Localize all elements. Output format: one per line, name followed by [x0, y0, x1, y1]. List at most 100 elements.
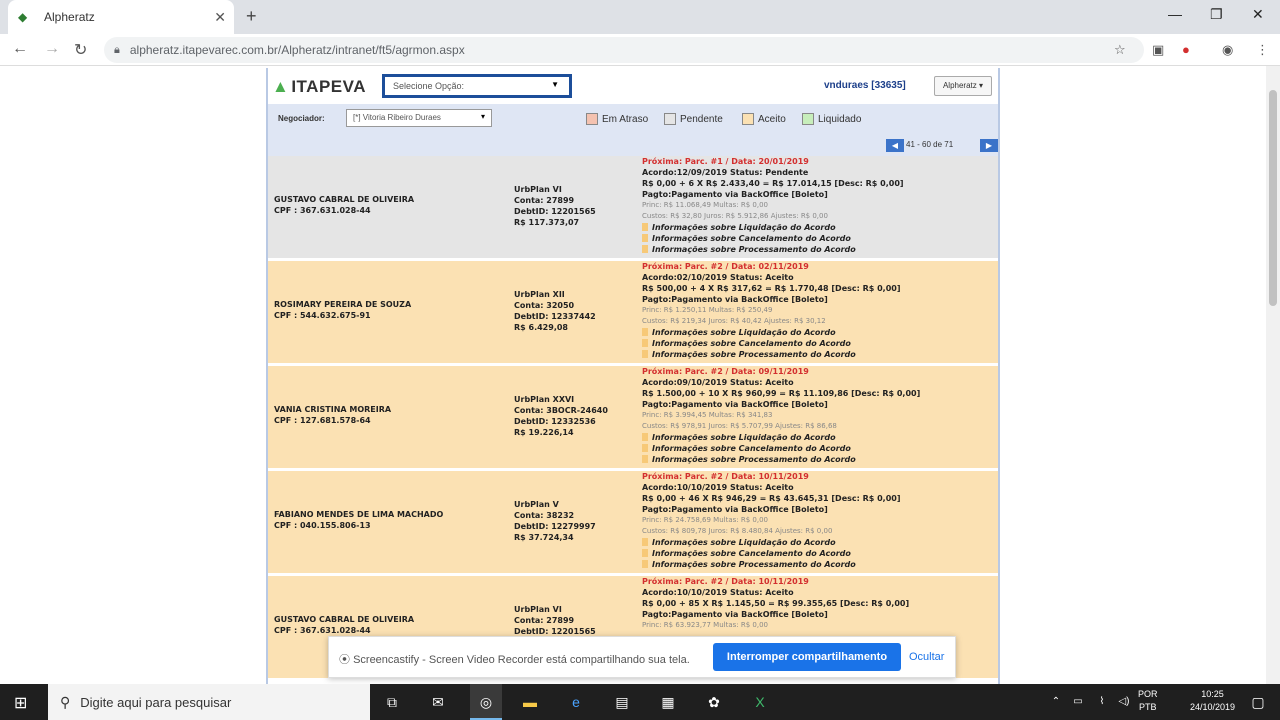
- file-explorer-icon[interactable]: ▬: [518, 692, 542, 712]
- principal-info: Princ: R$ 3.994,45 Multas: R$ 341,83: [642, 411, 773, 419]
- principal-info: Princ: R$ 1.250,11 Multas: R$ 250,49: [642, 306, 773, 314]
- new-tab-icon[interactable]: +: [246, 6, 257, 27]
- negotiator-select[interactable]: [*] Vitoria Ribeiro Duraes ▾: [346, 109, 492, 127]
- debt-cell: UrbPlan XXVI Conta: 3BOCR-24640 DebtID: …: [514, 394, 608, 438]
- network-icon[interactable]: ⌇: [1090, 692, 1114, 712]
- processing-info-link[interactable]: Informações sobre Processamento do Acord…: [642, 244, 998, 255]
- cancellation-info-link[interactable]: Informações sobre Cancelamento do Acordo: [642, 548, 998, 559]
- taskbar-search[interactable]: ⚲ Digite aqui para pesquisar: [48, 684, 370, 720]
- plan-name: UrbPlan VI: [514, 605, 562, 614]
- liquidation-info-link[interactable]: Informações sobre Liquidação do Acordo: [642, 222, 998, 233]
- notifications-icon[interactable]: ▢: [1246, 692, 1270, 712]
- excel-icon[interactable]: X: [748, 692, 772, 712]
- prev-page-button[interactable]: ◀: [886, 139, 904, 152]
- cancellation-info-link[interactable]: Informações sobre Cancelamento do Acordo: [642, 338, 998, 349]
- legend-swatch: [802, 113, 814, 125]
- legend-em-atraso: Em Atraso: [586, 113, 648, 125]
- reload-icon[interactable]: ↻: [74, 40, 87, 60]
- debt-value: R$ 117.373,07: [514, 218, 580, 227]
- battery-icon[interactable]: ▭: [1066, 692, 1090, 712]
- notification-message: ⦿ Screencastify - Screen Video Recorder …: [339, 654, 690, 666]
- bookmark-star-icon[interactable]: ☆: [1114, 42, 1126, 58]
- calculator-icon[interactable]: ▦: [656, 692, 680, 712]
- task-view-icon[interactable]: ⧉: [380, 692, 404, 712]
- debtor-cpf: CPF : 544.632.675-91: [274, 311, 371, 320]
- processing-info-link[interactable]: Informações sobre Processamento do Acord…: [642, 559, 998, 570]
- volume-icon[interactable]: ◁): [1112, 692, 1136, 712]
- account-number: Conta: 3BOCR-24640: [514, 406, 608, 415]
- language-indicator[interactable]: POR PTB: [1138, 688, 1158, 714]
- window-close-icon[interactable]: ✕: [1252, 6, 1264, 23]
- legend-label: Aceito: [758, 113, 786, 125]
- menu-icon[interactable]: ⋮: [1256, 42, 1269, 58]
- account-number: Conta: 38232: [514, 511, 575, 520]
- screencastify-icon[interactable]: ●: [1182, 42, 1190, 57]
- agreement-row[interactable]: ROSIMARY PEREIRA DE SOUZA CPF : 544.632.…: [268, 261, 998, 366]
- screen-share-notification: ⦿ Screencastify - Screen Video Recorder …: [328, 636, 956, 678]
- hide-button[interactable]: Ocultar: [909, 651, 944, 663]
- costs-info: Custos: R$ 809,78 Juros: R$ 8.480,84 Aju…: [642, 527, 833, 535]
- extension-icon[interactable]: ▣: [1152, 42, 1164, 58]
- liquidation-info-link[interactable]: Informações sobre Liquidação do Acordo: [642, 327, 998, 338]
- legend-swatch: [664, 113, 676, 125]
- search-icon: ⚲: [60, 693, 71, 710]
- tray-chevron-icon[interactable]: ⌃: [1044, 692, 1068, 712]
- payment-method: Pagto:Pagamento via BackOffice [Boleto]: [642, 505, 828, 514]
- close-tab-icon[interactable]: ✕: [214, 9, 226, 26]
- system-clock[interactable]: 10:25 24/10/2019: [1190, 688, 1235, 714]
- forward-icon[interactable]: →: [44, 40, 60, 58]
- main-select-value: Selecione Opção:: [393, 81, 465, 91]
- debtor-cell: VANIA CRISTINA MOREIRA CPF : 127.681.578…: [274, 404, 391, 426]
- document-app-icon[interactable]: ▤: [610, 692, 634, 712]
- user-label[interactable]: vnduraes [33635]: [824, 80, 906, 91]
- clock-date: 24/10/2019: [1190, 702, 1236, 712]
- profile-avatar[interactable]: ◉: [1222, 42, 1233, 58]
- stop-sharing-button[interactable]: Interromper compartilhamento: [713, 643, 901, 671]
- browser-toolbar: ← → ↻ 🔒︎ alpheratz.itapevarec.com.br/Alp…: [0, 34, 1280, 66]
- app-container: ▲ ITAPEVA Selecione Opção: ▼ vnduraes [33…: [266, 68, 1000, 684]
- chrome-icon[interactable]: ◎: [470, 684, 502, 720]
- back-icon[interactable]: ←: [12, 40, 28, 58]
- edge-icon[interactable]: e: [564, 692, 588, 712]
- debt-cell: UrbPlan XII Conta: 32050 DebtID: 1233744…: [514, 289, 596, 333]
- processing-info-link[interactable]: Informações sobre Processamento do Acord…: [642, 349, 998, 360]
- agreement-status: Acordo:10/10/2019 Status: Aceito: [642, 483, 794, 492]
- liquidation-info-link[interactable]: Informações sobre Liquidação do Acordo: [642, 537, 998, 548]
- negotiator-label: Negociador:: [278, 114, 325, 123]
- legend-swatch: [586, 113, 598, 125]
- agreement-cell: Próxima: Parc. #2 / Data: 02/11/2019 Aco…: [642, 261, 998, 360]
- agreement-row[interactable]: VANIA CRISTINA MOREIRA CPF : 127.681.578…: [268, 366, 998, 471]
- language-bottom: PTB: [1139, 702, 1157, 712]
- next-installment: Próxima: Parc. #1 / Data: 20/01/2019: [642, 157, 809, 166]
- agreement-cell: Próxima: Parc. #2 / Data: 10/11/2019 Aco…: [642, 471, 998, 570]
- address-bar[interactable]: 🔒︎ alpheratz.itapevarec.com.br/Alpheratz…: [104, 37, 1144, 63]
- principal-info: Princ: R$ 24.758,69 Multas: R$ 0,00: [642, 516, 768, 524]
- language-top: POR: [1138, 689, 1158, 699]
- processing-info-link[interactable]: Informações sobre Processamento do Acord…: [642, 454, 998, 465]
- next-installment: Próxima: Parc. #2 / Data: 10/11/2019: [642, 577, 809, 586]
- outlook-icon[interactable]: ✉: [426, 692, 450, 712]
- cancellation-info-link[interactable]: Informações sobre Cancelamento do Acordo: [642, 443, 998, 454]
- maximize-icon[interactable]: ❐: [1210, 6, 1223, 23]
- tab-title: Alpheratz: [44, 10, 95, 24]
- agreement-row[interactable]: GUSTAVO CABRAL DE OLIVEIRA CPF : 367.631…: [268, 156, 998, 261]
- debtor-cell: ROSIMARY PEREIRA DE SOUZA CPF : 544.632.…: [274, 299, 411, 321]
- windows-start-icon[interactable]: ⊞: [14, 693, 27, 713]
- logo-text: ITAPEVA: [291, 77, 366, 96]
- costs-info: Custos: R$ 978,91 Juros: R$ 5.707,99 Aju…: [642, 422, 837, 430]
- page-scrollbar[interactable]: [1266, 66, 1280, 684]
- main-option-select[interactable]: Selecione Opção: ▼: [382, 74, 572, 98]
- minimize-icon[interactable]: —: [1168, 6, 1182, 22]
- agreement-calc: R$ 1.500,00 + 10 X R$ 960,99 = R$ 11.109…: [642, 389, 921, 398]
- browser-tab[interactable]: ◆ Alpheratz ✕: [8, 0, 234, 34]
- debtor-cell: GUSTAVO CABRAL DE OLIVEIRA CPF : 367.631…: [274, 194, 414, 216]
- cancellation-info-link[interactable]: Informações sobre Cancelamento do Acordo: [642, 233, 998, 244]
- liquidation-info-link[interactable]: Informações sobre Liquidação do Acordo: [642, 432, 998, 443]
- system-switch-button[interactable]: Alpheratz ▾: [934, 76, 992, 96]
- agreement-row[interactable]: FABIANO MENDES DE LIMA MACHADO CPF : 040…: [268, 471, 998, 576]
- scrollbar-thumb[interactable]: [1269, 90, 1277, 306]
- next-page-button[interactable]: ▶: [980, 139, 998, 152]
- account-number: Conta: 27899: [514, 196, 575, 205]
- debtor-name: FABIANO MENDES DE LIMA MACHADO: [274, 510, 444, 519]
- network-app-icon[interactable]: ✿: [702, 692, 726, 712]
